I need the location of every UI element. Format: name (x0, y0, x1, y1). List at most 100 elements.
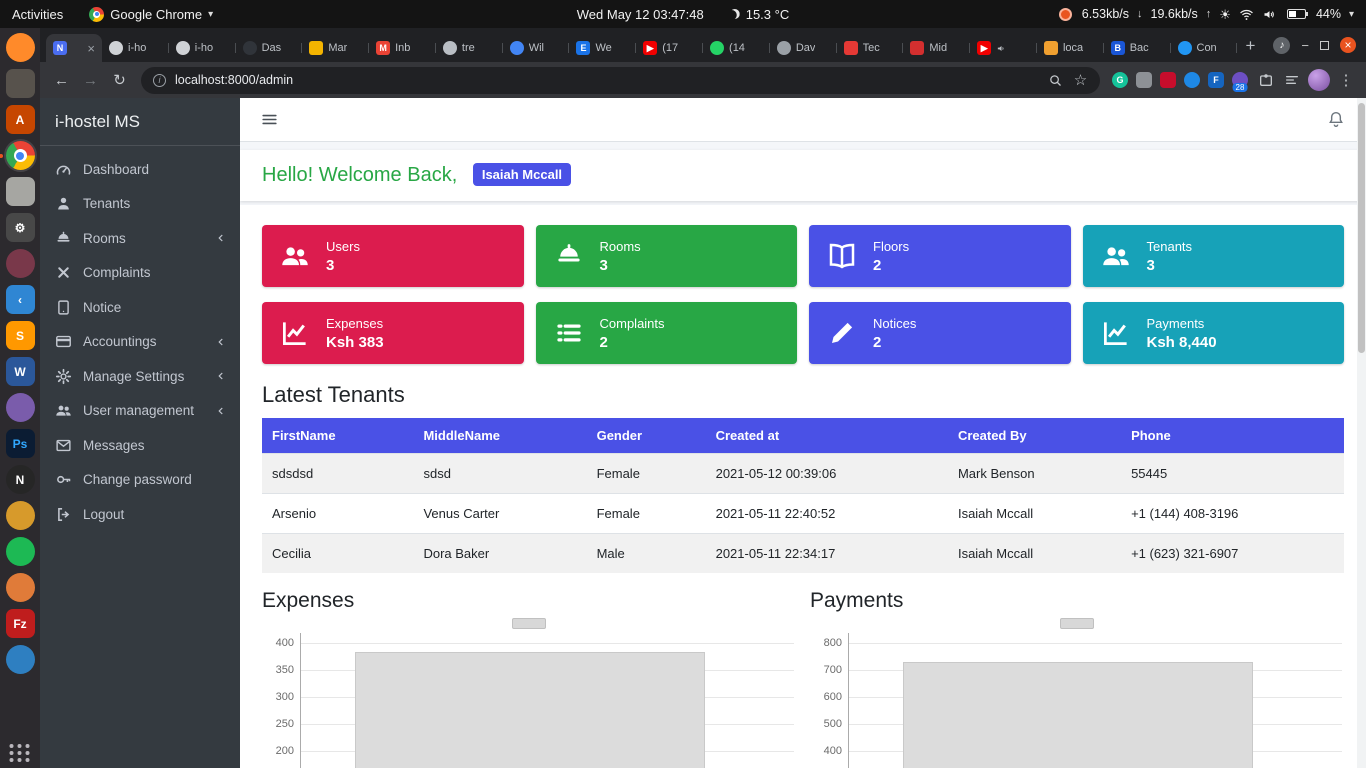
back-button[interactable]: ← (48, 67, 75, 94)
browser-tab[interactable]: E We (569, 34, 637, 62)
window-maximize-button[interactable] (1320, 40, 1329, 50)
account-icon[interactable]: 28 (1232, 72, 1248, 92)
stat-card-floors[interactable]: Floors 2 (809, 225, 1071, 287)
sidebar-item-complaints[interactable]: Complaints (40, 256, 240, 291)
dock-item-tweaks[interactable]: ⚙ (5, 213, 35, 242)
bookmark-star-icon[interactable]: ☆ (1073, 72, 1088, 89)
browser-tab[interactable]: i-ho (102, 34, 169, 62)
media-controls-button[interactable]: ♪ (1273, 36, 1291, 54)
ft-tool-icon[interactable]: F (1208, 72, 1224, 88)
sidebar-item-rooms[interactable]: Rooms (40, 221, 240, 256)
sidebar-item-accountings[interactable]: Accountings (40, 325, 240, 360)
chart-legend-box[interactable] (512, 618, 546, 629)
tab-groups-icon[interactable] (1280, 68, 1304, 92)
clock[interactable]: Wed May 12 03:47:48 (577, 7, 704, 22)
dock-item-files[interactable] (5, 69, 35, 98)
browser-tab[interactable]: Tec (837, 34, 904, 62)
browser-tab[interactable]: Das (236, 34, 303, 62)
dock-item-firefox[interactable] (5, 33, 35, 62)
stat-card-tenants[interactable]: Tenants 3 (1082, 225, 1344, 287)
payments-chart: Payments 800 700 600 500 400 (810, 589, 1344, 768)
forward-button[interactable]: → (77, 67, 104, 94)
sidebar-item-messages[interactable]: Messages (40, 428, 240, 463)
sidebar-toggle-icon[interactable] (260, 110, 279, 129)
stat-card-complaints[interactable]: Complaints 2 (535, 302, 797, 364)
browser-tab[interactable]: Mid (903, 34, 970, 62)
dock-item-beer[interactable] (5, 501, 35, 530)
zoom-icon[interactable] (1048, 73, 1063, 88)
sidebar-item-notice[interactable]: Notice (40, 290, 240, 325)
video-call-icon[interactable] (1184, 72, 1200, 88)
show-apps-button[interactable] (9, 744, 31, 762)
app-menu[interactable]: Google Chrome ▾ (89, 6, 213, 22)
sidebar-item-manage-settings[interactable]: Manage Settings (40, 359, 240, 394)
browser-tab[interactable]: N × (46, 34, 102, 62)
browser-tab[interactable]: B Bac (1104, 34, 1171, 62)
browser-menu-icon[interactable]: ⋮ (1334, 68, 1358, 92)
browser-tab[interactable]: Dav (770, 34, 837, 62)
browser-tab[interactable]: M Inb (369, 34, 436, 62)
address-bar[interactable]: i localhost:8000/admin ☆ (141, 66, 1100, 94)
scrollbar-thumb[interactable] (1358, 103, 1365, 353)
dock-item-sublime[interactable]: S (5, 321, 35, 350)
page-scrollbar (1357, 98, 1366, 768)
dock-item-spotify[interactable] (5, 537, 35, 566)
stat-text: Tenants 3 (1147, 239, 1193, 274)
dock-item-vscode[interactable]: ‹ (5, 285, 35, 314)
notifications-bell-icon[interactable] (1326, 110, 1346, 130)
stat-card-payments[interactable]: Payments Ksh 8,440 (1082, 302, 1344, 364)
stat-card-rooms[interactable]: Rooms 3 (535, 225, 797, 287)
column-header: MiddleName (413, 418, 587, 454)
new-tab-button[interactable]: + (1237, 33, 1263, 59)
dock-item-text-editor[interactable] (5, 177, 35, 206)
activities-button[interactable]: Activities (12, 7, 63, 22)
tab-close-icon[interactable]: × (87, 42, 95, 55)
sidebar-item-logout[interactable]: Logout (40, 497, 240, 532)
profile-avatar[interactable] (1308, 69, 1330, 91)
stat-card-users[interactable]: Users 3 (262, 225, 524, 287)
tab-favicon-icon (309, 41, 324, 55)
reload-button[interactable]: ↻ (106, 67, 133, 94)
browser-tab[interactable]: Mar (302, 34, 369, 62)
dock-item-media[interactable] (5, 249, 35, 278)
site-info-icon[interactable]: i (153, 73, 166, 87)
dock-item-notes[interactable]: N (5, 465, 35, 494)
sidebar-item-change-password[interactable]: Change password (40, 463, 240, 498)
sidebar-item-tenants[interactable]: Tenants (40, 187, 240, 222)
dock-item-inkscape[interactable] (5, 573, 35, 602)
dock-item-filezilla[interactable]: Fz (5, 609, 35, 638)
adblock-plus-icon[interactable] (1160, 72, 1176, 88)
dock-item-chrome[interactable] (0, 141, 35, 170)
window-close-button[interactable]: × (1340, 37, 1356, 53)
dock-item-app-center[interactable]: A (5, 105, 35, 134)
browser-tab[interactable]: tre (436, 34, 503, 62)
chevron-left-icon (215, 405, 227, 417)
browser-tab[interactable]: loca (1037, 34, 1104, 62)
system-menu-caret-icon[interactable]: ▾ (1349, 9, 1354, 20)
browser-tab[interactable]: i-ho (169, 34, 236, 62)
stat-card-expenses[interactable]: Expenses Ksh 383 (262, 302, 524, 364)
brand[interactable]: i-hostel MS (40, 98, 240, 146)
extensions-puzzle-icon[interactable] (1254, 68, 1278, 92)
grammarly-icon[interactable]: G (1112, 72, 1128, 88)
sidebar-item-dashboard[interactable]: Dashboard (40, 152, 240, 187)
dock-item-photoshop[interactable]: Ps (5, 429, 35, 458)
browser-tab[interactable]: ▶ (970, 34, 1037, 62)
dock-item-web[interactable] (5, 645, 35, 674)
stat-card-notices[interactable]: Notices 2 (809, 302, 1071, 364)
wifi-icon[interactable] (1239, 7, 1254, 22)
browser-tab[interactable]: Con (1171, 34, 1238, 62)
chart-legend-box[interactable] (1060, 618, 1094, 629)
browser-tab[interactable]: (14 (703, 34, 770, 62)
browser-tab[interactable]: ▶ (17 (636, 34, 703, 62)
dock-item-draw[interactable] (5, 393, 35, 422)
dock-item-word[interactable]: W (5, 357, 35, 386)
window-minimize-button[interactable]: − (1301, 38, 1309, 53)
sidebar-item-user-management[interactable]: User management (40, 394, 240, 429)
tab-favicon-icon (242, 41, 257, 55)
screenshot-tool-icon[interactable] (1136, 72, 1152, 88)
browser-tab[interactable]: Wil (503, 34, 570, 62)
dock-item-glyph: Ps (12, 436, 28, 451)
table-cell: sdsdsd (262, 453, 414, 494)
volume-icon[interactable] (1262, 7, 1277, 22)
